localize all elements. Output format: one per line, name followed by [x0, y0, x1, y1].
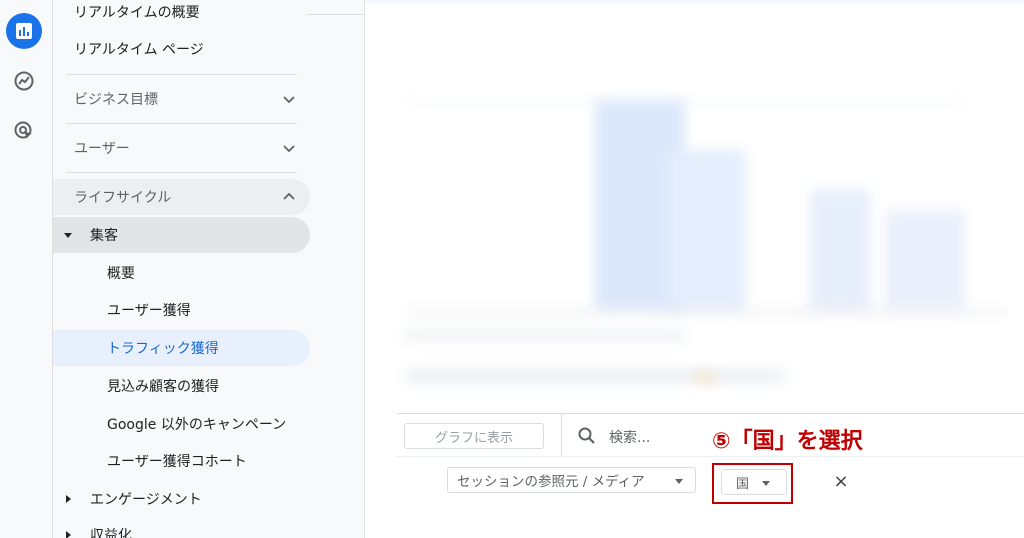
- divider: [66, 74, 297, 75]
- plot-rows-button[interactable]: グラフに表示: [404, 423, 544, 449]
- annotation-callout: ⑤「国」を選択: [712, 429, 863, 454]
- caret-right-icon: [66, 495, 71, 503]
- nav-item-label: 見込み顧客の獲得: [107, 379, 219, 395]
- nav-item-monetization[interactable]: 収益化: [53, 517, 310, 538]
- nav-item-label: ユーザー獲得: [107, 303, 191, 319]
- table-toolbar-bottom-border: [397, 456, 1024, 457]
- nav-item-engagement[interactable]: エンゲージメント: [53, 481, 310, 517]
- nav-item-realtime-page[interactable]: リアルタイム ページ: [53, 31, 364, 67]
- divider: [66, 123, 297, 124]
- nav-item-label: トラフィック獲得: [107, 341, 219, 357]
- report-content: グラフに表示 検索... セッションの参照元 / メディア 国 × ⑤「国」を選…: [365, 0, 1024, 538]
- caret-down-icon: [64, 233, 72, 238]
- chevron-up-icon: [283, 192, 295, 200]
- chevron-down-icon: [283, 145, 295, 153]
- secondary-dimension-value: 国: [736, 476, 750, 492]
- primary-dimension-select[interactable]: セッションの参照元 / メディア: [447, 467, 696, 493]
- nav-section-user[interactable]: ユーザー: [53, 130, 313, 166]
- advertising-icon[interactable]: [6, 113, 42, 149]
- nav-item-lead-acquisition[interactable]: 見込み顧客の獲得: [53, 368, 310, 404]
- toolbar-separator: [561, 414, 562, 456]
- nav-section-business-goals[interactable]: ビジネス目標: [53, 81, 313, 117]
- nav-item-label: リアルタイムの概要: [74, 5, 200, 21]
- dropdown-arrow-icon: [762, 481, 770, 486]
- nav-item-label: 収益化: [90, 528, 132, 538]
- nav-section-label: ユーザー: [74, 141, 130, 157]
- nav-item-traffic-acquisition[interactable]: トラフィック獲得: [53, 330, 310, 366]
- icon-rail: [0, 0, 53, 538]
- nav-item-acquisition[interactable]: 集客: [53, 217, 310, 253]
- nav-item-user-acquisition[interactable]: ユーザー獲得: [53, 292, 310, 328]
- search-icon[interactable]: [577, 426, 597, 446]
- reports-icon[interactable]: [6, 13, 42, 49]
- nav-item-label: 集客: [90, 228, 118, 244]
- nav-section-label: ビジネス目標: [74, 92, 158, 108]
- nav-item-user-acq-cohort[interactable]: ユーザー獲得コホート: [53, 443, 310, 479]
- search-input[interactable]: 検索...: [609, 427, 650, 447]
- divider: [66, 172, 297, 173]
- secondary-dimension-select[interactable]: 国: [721, 469, 787, 495]
- nav-item-acq-overview[interactable]: 概要: [53, 255, 310, 291]
- dropdown-arrow-icon: [675, 479, 683, 484]
- nav-item-label: リアルタイム ページ: [74, 42, 204, 58]
- table-toolbar-top-border: [397, 413, 1024, 414]
- report-nav-panel: リアルタイムの概要 リアルタイム ページ ビジネス目標 ユーザー ライフサイクル…: [53, 0, 365, 538]
- blurred-header: [365, 0, 1024, 3]
- nav-item-non-google-campaigns[interactable]: Google 以外のキャンペーン: [53, 406, 310, 442]
- primary-dimension-value: セッションの参照元 / メディア: [457, 474, 645, 490]
- nav-item-label: ユーザー獲得コホート: [107, 454, 247, 470]
- close-icon[interactable]: ×: [831, 471, 851, 492]
- nav-section-label: ライフサイクル: [74, 190, 172, 206]
- nav-item-label: Google 以外のキャンペーン: [107, 417, 287, 433]
- nav-item-realtime-overview[interactable]: リアルタイムの概要: [53, 0, 364, 30]
- nav-item-label: 概要: [107, 266, 135, 282]
- caret-right-icon: [66, 531, 71, 538]
- nav-section-lifecycle[interactable]: ライフサイクル: [53, 179, 310, 215]
- nav-item-label: エンゲージメント: [90, 492, 202, 508]
- explore-icon[interactable]: [6, 63, 42, 99]
- chevron-down-icon: [283, 96, 295, 104]
